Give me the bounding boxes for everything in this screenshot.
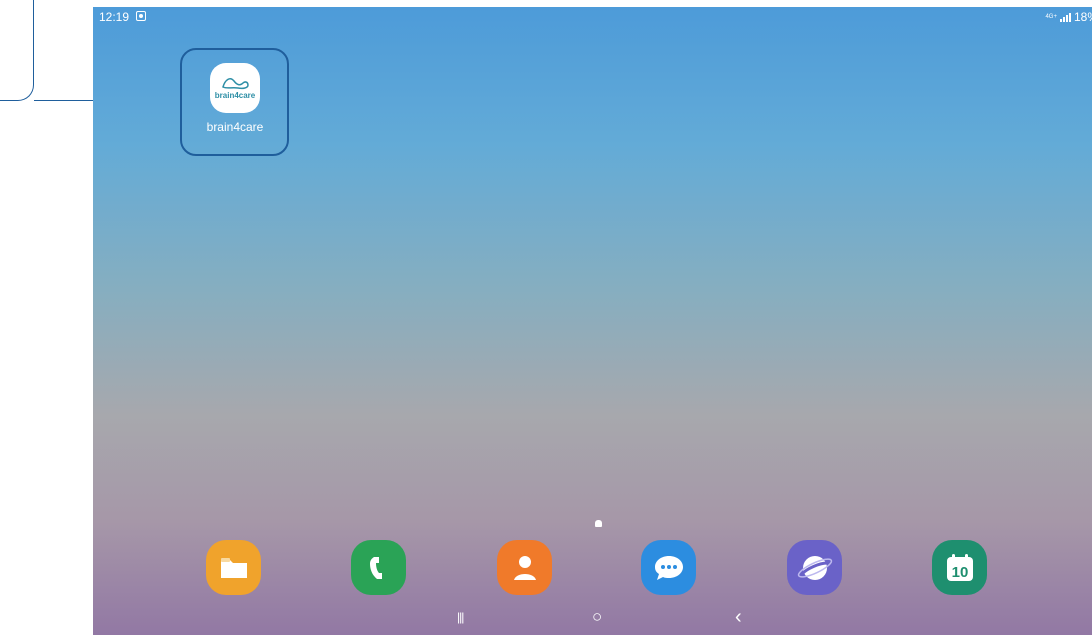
recents-button[interactable]: |||: [457, 610, 464, 624]
app-brain4care[interactable]: brain4care brain4care: [205, 63, 265, 134]
callout-connector: [0, 0, 34, 101]
signal-icon: [1059, 12, 1071, 22]
battery-level: 18%: [1073, 10, 1092, 24]
calendar-icon: 10: [946, 553, 973, 581]
my-files-app[interactable]: [206, 540, 261, 595]
phone-icon: [369, 556, 382, 579]
messages-app[interactable]: [641, 540, 696, 595]
status-bar: 12:19 4G+ 18%: [93, 7, 1092, 27]
contact-icon: [513, 555, 536, 580]
contacts-app[interactable]: [497, 540, 552, 595]
calendar-app[interactable]: 10: [932, 540, 987, 595]
brain-wave-icon: [222, 78, 249, 90]
chat-bubble-icon: [654, 555, 683, 580]
notification-icon: [136, 11, 146, 21]
internet-app[interactable]: [787, 540, 842, 595]
folder-icon: [220, 557, 247, 578]
app-logo-text: brain4care: [214, 91, 256, 100]
app-label: brain4care: [206, 120, 264, 134]
brain4care-icon: brain4care: [210, 63, 260, 113]
back-button[interactable]: ‹: [735, 606, 742, 629]
status-time: 12:19: [99, 10, 130, 24]
calendar-day: 10: [951, 564, 968, 581]
home-button[interactable]: ○: [592, 607, 602, 627]
planet-icon: [797, 555, 832, 580]
home-page-indicator-icon: [595, 520, 602, 527]
status-indicators: 4G+ 18%: [1045, 10, 1092, 24]
tablet-home-screen: 12:19 4G+ 18% brain4care brain4care: [93, 7, 1092, 635]
network-type: 4G+: [1045, 14, 1057, 20]
phone-app[interactable]: [351, 540, 406, 595]
